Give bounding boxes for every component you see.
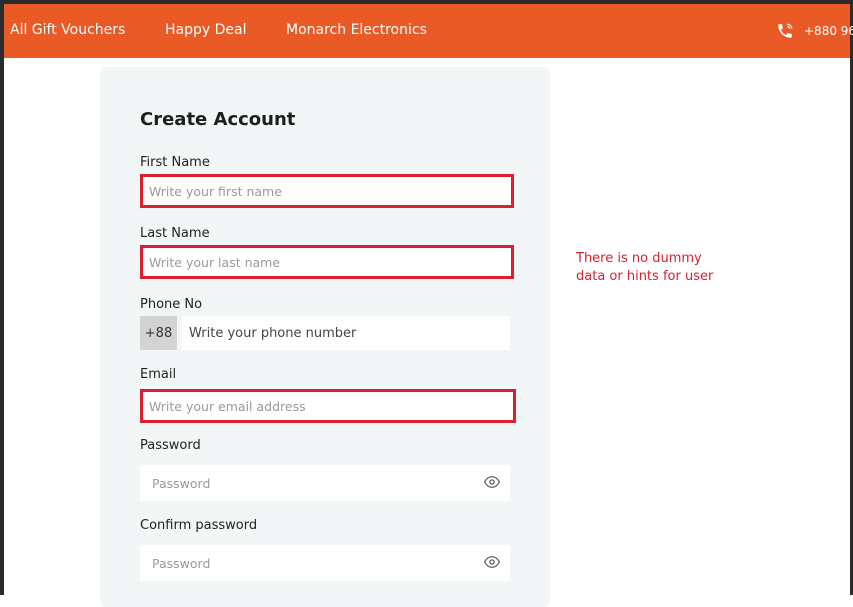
country-code-prefix: +88 (140, 316, 177, 350)
phone-icon (778, 23, 793, 38)
annotation-line-1: There is no dummy (576, 251, 702, 266)
show-confirm-password-eye-icon[interactable] (484, 555, 500, 569)
review-annotation: There is no dummy data or hints for user (576, 250, 736, 286)
email-label: Email (140, 367, 177, 382)
nav-link-happy-deal[interactable]: Happy Deal (165, 22, 246, 38)
window-left-border (0, 0, 4, 595)
nav-link-monarch-electronics[interactable]: Monarch Electronics (286, 22, 427, 38)
first-name-label: First Name (140, 155, 210, 170)
confirm-password-placeholder: Password (152, 555, 211, 571)
annotation-line-2: data or hints for user (576, 269, 714, 284)
confirm-password-field[interactable]: Password (140, 545, 510, 581)
show-password-eye-icon[interactable] (484, 475, 500, 489)
email-field[interactable]: Write your email address (140, 389, 516, 423)
first-name-field[interactable]: Write your first name (140, 174, 514, 208)
confirm-password-label: Confirm password (140, 518, 258, 533)
phone-label: Phone No (140, 297, 203, 312)
page-title: Create Account (140, 109, 296, 130)
password-label: Password (140, 438, 201, 453)
top-navbar: All Gift Vouchers Happy Deal Monarch Ele… (4, 4, 853, 58)
password-field[interactable]: Password (140, 465, 510, 501)
last-name-label: Last Name (140, 226, 210, 241)
last-name-field[interactable]: Write your last name (140, 245, 514, 279)
nav-link-all-gift-vouchers[interactable]: All Gift Vouchers (10, 22, 125, 38)
phone-number: +880 963 (804, 24, 853, 38)
phone-field[interactable]: Write your phone number (182, 316, 510, 350)
password-placeholder: Password (152, 475, 211, 491)
contact-phone[interactable]: +880 963 (776, 22, 853, 40)
